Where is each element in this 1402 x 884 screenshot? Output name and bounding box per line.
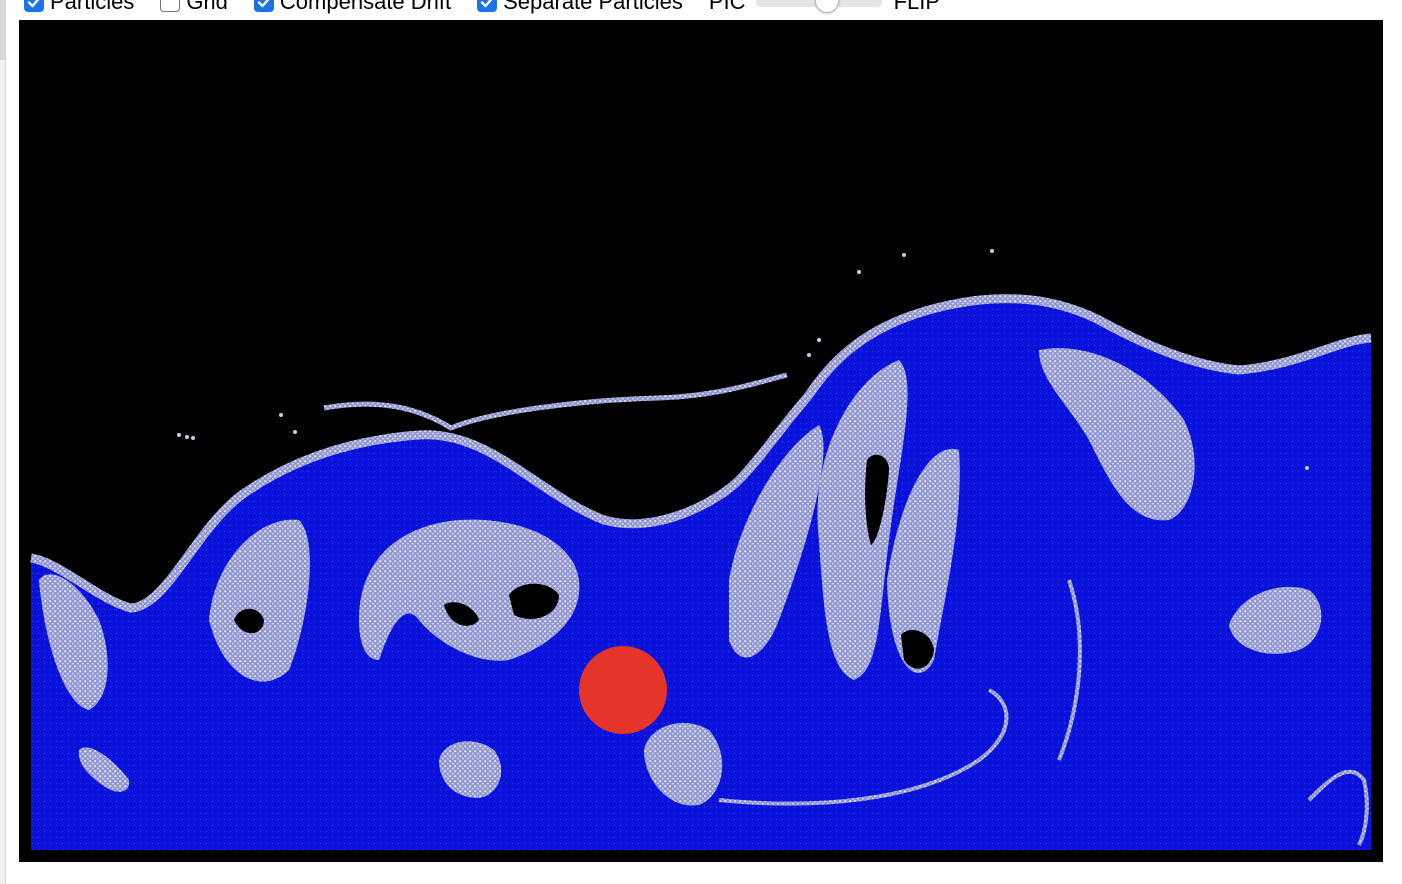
particles-toggle[interactable]: Particles: [24, 0, 134, 17]
controls-bar: Particles Grid Compensate Drift Separate…: [24, 0, 960, 17]
flip-label: FLIP: [893, 0, 941, 14]
checkmark-icon: [27, 0, 40, 8]
compensate-drift-label: Compensate Drift: [279, 0, 452, 14]
compensate-drift-checkbox[interactable]: [253, 0, 274, 12]
particles-label: Particles: [50, 0, 135, 14]
separate-particles-toggle[interactable]: Separate Particles: [477, 0, 683, 17]
pic-label: PIC: [708, 0, 746, 14]
flip-ratio-control: PIC FLIP: [709, 0, 950, 17]
grid-checkbox[interactable]: [160, 0, 181, 12]
window-edge: [0, 0, 6, 884]
flip-ratio-slider[interactable]: [755, 0, 882, 13]
window-edge-notch: [0, 0, 5, 60]
checkmark-icon: [480, 0, 493, 8]
particles-checkbox[interactable]: [24, 0, 44, 12]
separate-particles-label: Separate Particles: [503, 0, 683, 14]
obstacle-ball[interactable]: [579, 646, 667, 734]
compensate-drift-toggle[interactable]: Compensate Drift: [253, 0, 452, 17]
grid-label: Grid: [186, 0, 228, 14]
fluid-render: [30, 249, 1372, 851]
simulation-canvas[interactable]: [19, 20, 1383, 862]
spray-arc: [323, 372, 788, 431]
flip-ratio-slider-thumb[interactable]: [814, 0, 839, 13]
grid-toggle[interactable]: Grid: [160, 0, 228, 17]
checkmark-icon: [257, 0, 270, 8]
separate-particles-checkbox[interactable]: [477, 0, 498, 12]
